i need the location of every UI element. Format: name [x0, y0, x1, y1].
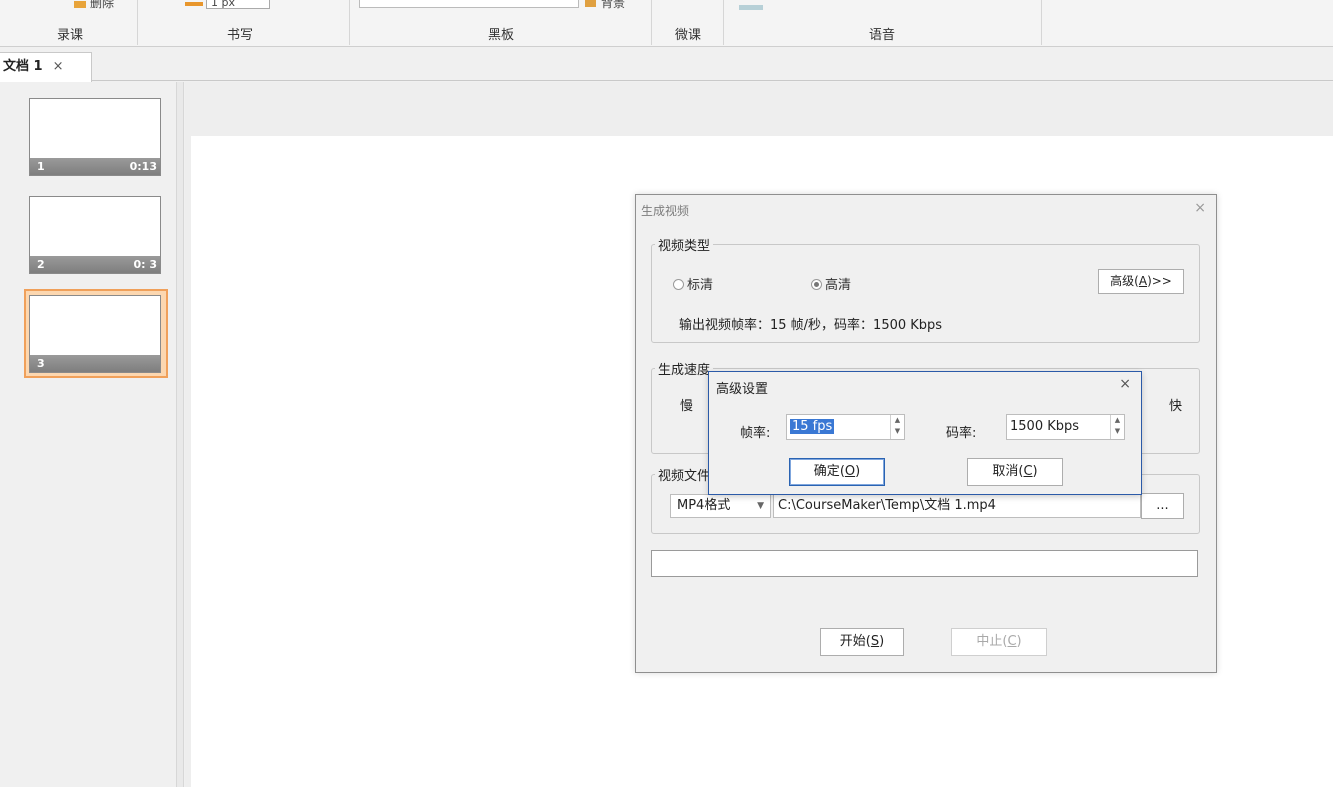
fps-stepper[interactable]: 15 fps ▲ ▼: [786, 414, 905, 440]
bitrate-value: 1500 Kbps: [1010, 419, 1080, 434]
group-label-voice: 语音: [868, 28, 895, 43]
dialog-title: 生成视频: [641, 204, 690, 218]
radio-selected-icon: [811, 279, 822, 290]
start-button[interactable]: 开始(S): [820, 628, 904, 656]
group-label-writing: 书写: [226, 28, 253, 43]
slide-duration: 0: 3: [133, 258, 157, 271]
progress-bar: [651, 550, 1198, 577]
slide-thumbnail[interactable]: 1 0:13: [29, 98, 161, 176]
slide-duration: 0:13: [129, 160, 157, 173]
background-button[interactable]: 背景: [601, 0, 625, 11]
advanced-button[interactable]: 高级(A)>>: [1098, 269, 1184, 294]
thumbnail-bar: 3: [30, 355, 160, 372]
chevron-down-icon: ▼: [757, 501, 764, 511]
slide-thumbnail-panel: [0, 82, 176, 787]
speed-legend: 生成速度: [658, 363, 711, 378]
tab-document-1[interactable]: 文档 1 ×: [0, 52, 92, 82]
pen-color-icon[interactable]: [185, 2, 203, 6]
slide-number: 2: [37, 258, 45, 271]
speed-fast-label: 快: [1169, 399, 1183, 414]
pen-width-input[interactable]: 1 px: [206, 0, 270, 9]
radio-label: 标清: [687, 278, 714, 293]
output-info-text: 输出视频帧率：15 帧/秒，码率：1500 Kbps: [679, 318, 943, 333]
panel-splitter[interactable]: [176, 82, 184, 787]
stop-button[interactable]: 中止(C): [951, 628, 1047, 656]
speed-slow-label: 慢: [680, 399, 694, 414]
delete-icon[interactable]: [74, 1, 86, 8]
group-label-microlesson: 微课: [674, 28, 701, 43]
dialog-title: 高级设置: [716, 382, 769, 397]
ribbon-separator: [651, 0, 652, 45]
radio-icon: [673, 279, 684, 290]
ribbon-separator: [349, 0, 350, 45]
background-icon[interactable]: [585, 0, 596, 7]
ribbon: 删除 1 px 背景 录课 书写 黑板 微课 语音: [0, 0, 1333, 47]
video-type-legend: 视频类型: [658, 239, 711, 254]
close-icon[interactable]: ×: [1119, 376, 1131, 392]
ribbon-tools-row: 删除 1 px 背景: [0, 0, 1333, 17]
radio-label: 高清: [825, 278, 852, 293]
ok-button[interactable]: 确定(O): [789, 458, 885, 486]
close-icon[interactable]: ×: [53, 59, 64, 74]
stepper-arrows-icon[interactable]: ▲ ▼: [1110, 415, 1124, 439]
output-path-input[interactable]: C:\CourseMaker\Temp\文档 1.mp4: [773, 494, 1141, 518]
document-tabbar: 文档 1 ×: [0, 47, 1333, 82]
tab-label: 文档 1: [3, 59, 43, 74]
browse-button[interactable]: ...: [1141, 493, 1184, 519]
group-label-record: 录课: [56, 28, 83, 43]
cancel-button[interactable]: 取消(C): [967, 458, 1063, 486]
slide-thumbnail[interactable]: 3: [29, 295, 161, 373]
slide-number: 3: [37, 357, 45, 370]
advanced-settings-dialog: 高级设置 × 帧率: 15 fps ▲ ▼ 码率: 1500 Kbps ▲ ▼ 确定…: [708, 371, 1142, 495]
slide-number: 1: [37, 160, 45, 173]
close-icon[interactable]: ×: [1194, 200, 1206, 216]
ribbon-separator: [1041, 0, 1042, 45]
group-label-blackboard: 黑板: [487, 28, 514, 43]
bitrate-stepper[interactable]: 1500 Kbps ▲ ▼: [1006, 414, 1125, 440]
format-select[interactable]: MP4格式 ▼: [670, 494, 771, 518]
radio-standard-definition[interactable]: 标清: [673, 274, 713, 293]
thumbnail-bar: 1 0:13: [30, 158, 160, 175]
thumbnail-bar: 2 0: 3: [30, 256, 160, 273]
bitrate-label: 码率:: [946, 426, 977, 441]
slide-thumbnail[interactable]: 2 0: 3: [29, 196, 161, 274]
fps-label: 帧率:: [740, 426, 771, 441]
fps-value: 15 fps: [790, 419, 835, 434]
radio-high-definition[interactable]: 高清: [811, 274, 851, 293]
ribbon-separator: [137, 0, 138, 45]
stepper-arrows-icon[interactable]: ▲ ▼: [890, 415, 904, 439]
board-color-input[interactable]: [359, 0, 579, 8]
voice-icon[interactable]: [739, 5, 763, 10]
delete-button[interactable]: 删除: [90, 0, 114, 11]
ribbon-separator: [723, 0, 724, 45]
video-file-legend: 视频文件: [658, 469, 711, 484]
